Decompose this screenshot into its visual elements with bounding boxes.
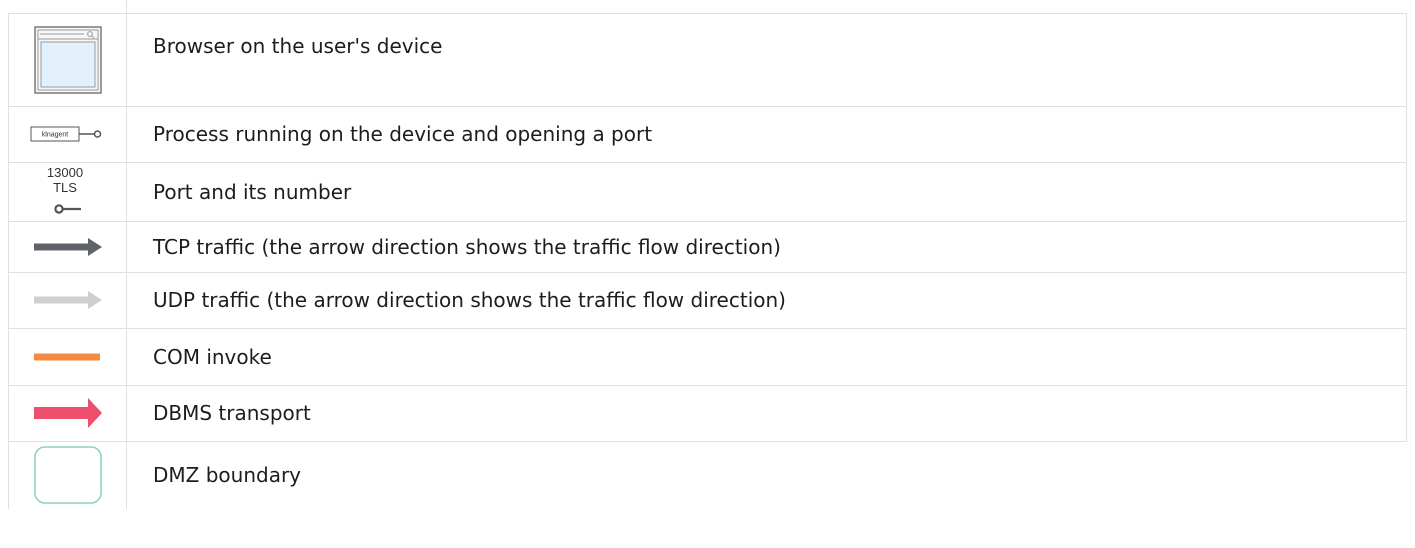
legend-row-port: 13000 TLS Port and its number <box>8 161 1407 222</box>
legend-row-dbms: DBMS transport <box>8 384 1407 442</box>
legend-row-com: COM invoke <box>8 327 1407 386</box>
dbms-arrow-icon <box>33 398 102 428</box>
legend-row-browser: Browser on the user's device <box>8 12 1407 107</box>
legend-row-dmz: DMZ boundary <box>8 440 1407 509</box>
legend-label-dbms: DBMS transport <box>126 384 1407 442</box>
process-icon-label: klnagent <box>41 132 68 139</box>
legend-table: Browser on the user's device klnagent Pr… <box>8 0 1407 509</box>
port-number-text: 13000 <box>46 165 82 180</box>
legend-row-udp: UDP traffic (the arrow direction shows t… <box>8 271 1407 329</box>
legend-row-process: klnagent Process running on the device a… <box>8 105 1407 163</box>
legend-label-port: Port and its number <box>126 161 1407 222</box>
port-icon: 13000 TLS <box>46 165 83 214</box>
com-line-icon <box>33 353 100 360</box>
udp-arrow-icon <box>33 291 102 309</box>
legend-label-dmz: DMZ boundary <box>126 440 1407 509</box>
port-protocol-text: TLS <box>53 180 77 195</box>
legend-label-udp: UDP traffic (the arrow direction shows t… <box>126 271 1407 329</box>
process-port-icon: klnagent <box>30 126 101 142</box>
legend-row-tcp: TCP traffic (the arrow direction shows t… <box>8 220 1407 273</box>
tcp-arrow-icon <box>33 237 102 256</box>
dmz-box-icon <box>33 446 102 504</box>
legend-label-com: COM invoke <box>126 327 1407 386</box>
legend-label-process: Process running on the device and openin… <box>126 105 1407 163</box>
legend-label-browser: Browser on the user's device <box>126 12 1407 107</box>
legend-label-tcp: TCP traffic (the arrow direction shows t… <box>126 220 1407 273</box>
legend-top-spacer <box>8 0 1407 14</box>
browser-window-icon <box>33 25 102 94</box>
